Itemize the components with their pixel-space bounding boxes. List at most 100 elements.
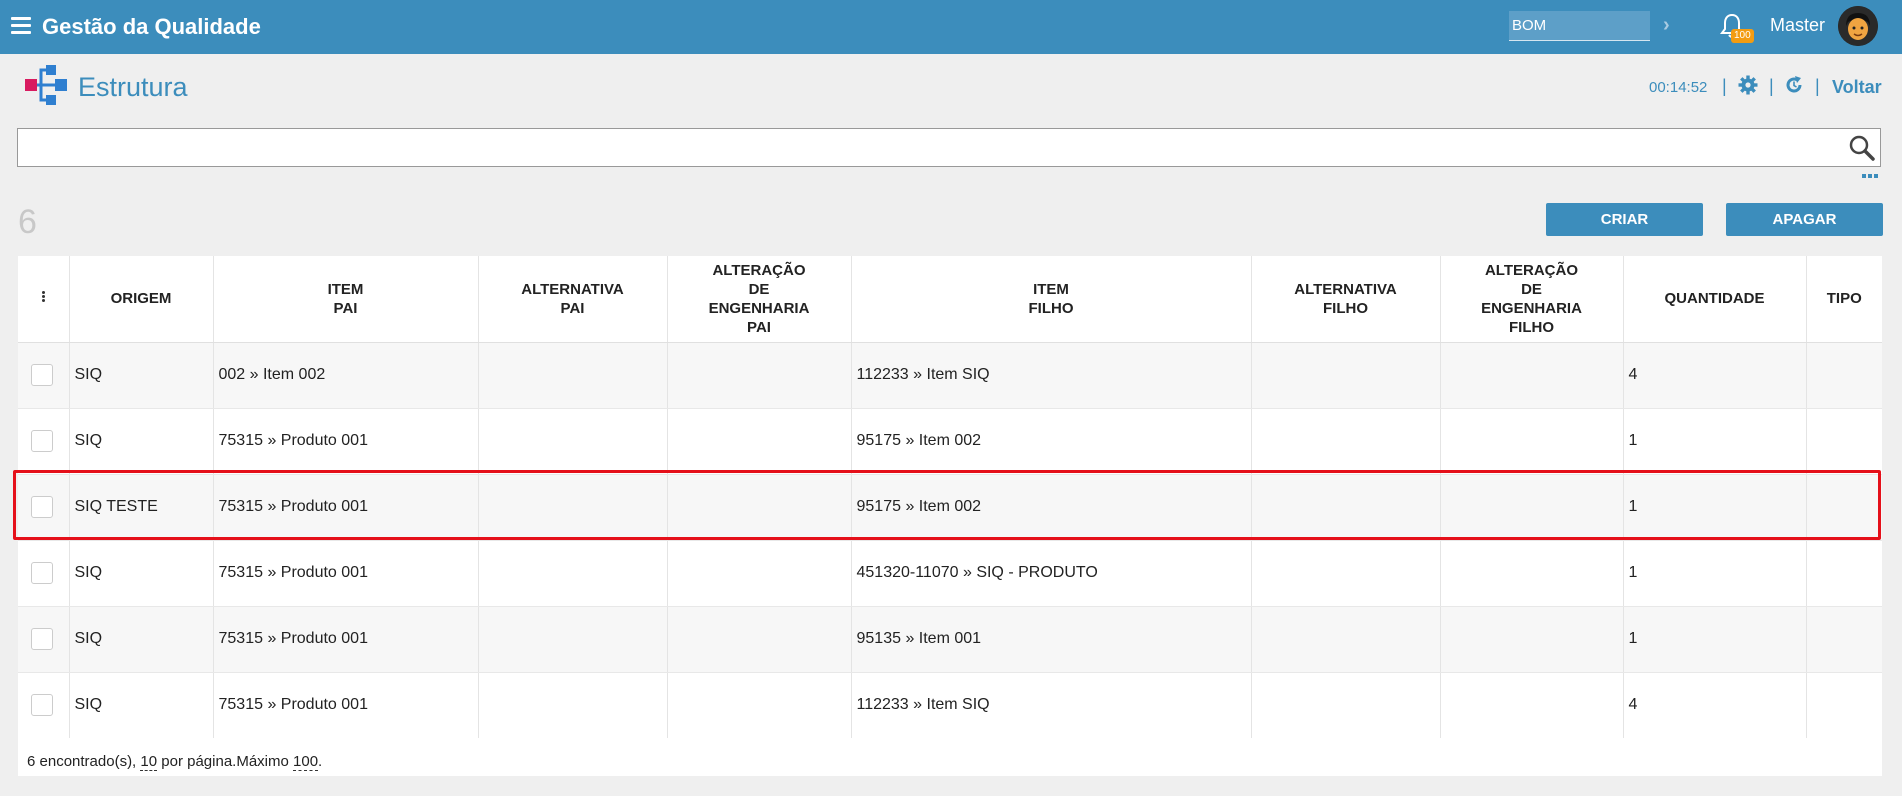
table-row[interactable]: SIQ 75315 » Produto 001 95135 » Item 001… <box>18 606 1882 673</box>
column-header[interactable]: ALTERNATIVA FILHO <box>1251 256 1441 343</box>
column-header[interactable]: ITEM PAI <box>213 256 479 343</box>
user-name[interactable]: Master <box>1770 15 1825 36</box>
cell-alternativa-filho <box>1251 408 1441 475</box>
cell-origem: SIQ <box>69 672 214 739</box>
gear-icon[interactable] <box>1738 75 1758 95</box>
cell-origem: SIQ <box>69 342 214 409</box>
column-header[interactable]: ALTERAÇÃO DE ENGENHARIA PAI <box>667 256 852 343</box>
chevron-right-icon[interactable]: › <box>1663 14 1670 37</box>
cell-item-pai: 75315 » Produto 001 <box>213 408 479 475</box>
cell-alternativa-filho <box>1251 342 1441 409</box>
cell-alteracao-filho <box>1440 672 1624 739</box>
session-clock: 00:14:52 <box>1649 79 1708 96</box>
column-header[interactable]: QUANTIDADE <box>1623 256 1807 343</box>
cell-item-filho: 451320-11070 » SIQ - PRODUTO <box>851 540 1252 607</box>
cell-alternativa-pai <box>478 540 668 607</box>
cell-alteracao-pai <box>667 474 852 541</box>
max-selector[interactable]: 100 <box>293 753 319 771</box>
back-link[interactable]: Voltar <box>1832 77 1882 98</box>
row-checkbox[interactable] <box>31 496 53 518</box>
cell-alternativa-pai <box>478 672 668 739</box>
cell-alteracao-filho <box>1440 408 1624 475</box>
create-button[interactable]: CRIAR <box>1546 203 1703 236</box>
cell-item-pai: 75315 » Produto 001 <box>213 672 479 739</box>
cell-tipo <box>1806 342 1882 409</box>
cell-item-filho: 112233 » Item SIQ <box>851 672 1252 739</box>
refresh-icon[interactable] <box>1784 75 1804 95</box>
cell-alternativa-filho <box>1251 606 1441 673</box>
cell-item-pai: 75315 » Produto 001 <box>213 606 479 673</box>
cell-alternativa-pai <box>478 408 668 475</box>
column-header[interactable]: TIPO <box>1806 256 1882 343</box>
row-checkbox[interactable] <box>31 694 53 716</box>
row-select-cell <box>18 540 70 607</box>
table-row-highlighted[interactable]: SIQ TESTE 75315 » Produto 001 95175 » It… <box>18 474 1882 541</box>
column-header[interactable]: ORIGEM <box>69 256 214 343</box>
row-checkbox[interactable] <box>31 430 53 452</box>
cell-quantidade: 1 <box>1623 408 1807 475</box>
table-row[interactable]: SIQ 75315 » Produto 001 95175 » Item 002… <box>18 408 1882 475</box>
separator: | <box>1815 76 1820 96</box>
cell-item-pai: 002 » Item 002 <box>213 342 479 409</box>
cell-tipo <box>1806 606 1882 673</box>
pagination-footer: 6 encontrado(s), 10 por página.Máximo 10… <box>18 738 1882 776</box>
search-icon[interactable] <box>1848 134 1876 162</box>
cell-tipo <box>1806 408 1882 475</box>
table-header-row: ORIGEM ITEM PAI ALTERNATIVA PAI ALTERAÇÃO D… <box>18 256 1882 343</box>
cell-tipo <box>1806 672 1882 739</box>
column-header[interactable]: ALTERAÇÃO DE ENGENHARIA FILHO <box>1440 256 1624 343</box>
record-count: 6 <box>18 203 37 241</box>
found-count-text: 6 encontrado(s), <box>27 753 137 770</box>
more-options-icon[interactable] <box>1862 173 1878 179</box>
row-checkbox[interactable] <box>31 562 53 584</box>
cell-quantidade: 1 <box>1623 540 1807 607</box>
table-row[interactable]: SIQ 002 » Item 002 112233 » Item SIQ 4 <box>18 342 1882 409</box>
cell-item-filho: 95175 » Item 002 <box>851 408 1252 475</box>
cell-item-filho: 112233 » Item SIQ <box>851 342 1252 409</box>
cell-alternativa-filho <box>1251 474 1441 541</box>
cell-origem: SIQ <box>69 408 214 475</box>
menu-icon[interactable] <box>11 17 31 35</box>
cell-item-filho: 95135 » Item 001 <box>851 606 1252 673</box>
row-select-cell <box>18 474 70 541</box>
cell-quantidade: 1 <box>1623 606 1807 673</box>
row-checkbox[interactable] <box>31 628 53 650</box>
cell-alteracao-filho <box>1440 540 1624 607</box>
column-menu-header[interactable] <box>18 256 70 343</box>
search-field <box>17 128 1881 167</box>
cell-alteracao-pai <box>667 342 852 409</box>
module-select[interactable]: BOM <box>1509 11 1650 41</box>
avatar[interactable] <box>1838 6 1878 46</box>
cell-quantidade: 1 <box>1623 474 1807 541</box>
cell-alteracao-filho <box>1440 474 1624 541</box>
per-page-selector[interactable]: 10 <box>140 753 158 771</box>
cell-item-pai: 75315 » Produto 001 <box>213 474 479 541</box>
row-select-cell <box>18 606 70 673</box>
top-bar: Gestão da Qualidade BOM › 100 Master <box>0 0 1902 54</box>
cell-origem: SIQ <box>69 540 214 607</box>
table-row[interactable]: SIQ 75315 » Produto 001 451320-11070 » S… <box>18 540 1882 607</box>
column-header[interactable]: ALTERNATIVA PAI <box>478 256 668 343</box>
data-table: ORIGEM ITEM PAI ALTERNATIVA PAI ALTERAÇÃO D… <box>18 256 1882 739</box>
search-input[interactable] <box>18 129 1818 165</box>
cell-item-pai: 75315 » Produto 001 <box>213 540 479 607</box>
cell-alteracao-filho <box>1440 606 1624 673</box>
app-title: Gestão da Qualidade <box>42 14 261 39</box>
kebab-menu-icon[interactable] <box>41 290 45 303</box>
delete-button[interactable]: APAGAR <box>1726 203 1883 236</box>
cell-alteracao-pai <box>667 606 852 673</box>
cell-alteracao-pai <box>667 408 852 475</box>
cell-tipo <box>1806 540 1882 607</box>
column-header[interactable]: ITEM FILHO <box>851 256 1252 343</box>
row-checkbox[interactable] <box>31 364 53 386</box>
footer-end: . <box>318 753 323 770</box>
cell-tipo <box>1806 474 1882 541</box>
cell-alternativa-filho <box>1251 540 1441 607</box>
cell-alteracao-pai <box>667 672 852 739</box>
cell-item-filho: 95175 » Item 002 <box>851 474 1252 541</box>
table-row[interactable]: SIQ 75315 » Produto 001 112233 » Item SI… <box>18 672 1882 739</box>
row-select-cell <box>18 408 70 475</box>
cell-alternativa-pai <box>478 474 668 541</box>
row-select-cell <box>18 672 70 739</box>
cell-quantidade: 4 <box>1623 342 1807 409</box>
